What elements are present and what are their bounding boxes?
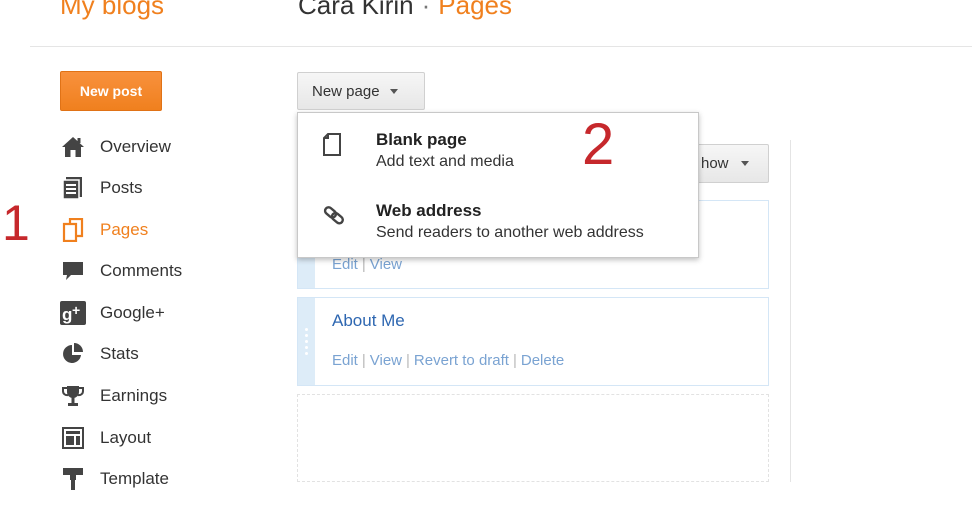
sidebar-item-label: Template <box>100 469 169 488</box>
pages-icon <box>60 217 86 243</box>
title-separator: · <box>421 0 431 20</box>
blank-page-icon <box>320 132 346 158</box>
new-page-label: New page <box>312 82 380 100</box>
page-row-actions: Edit | View | Revert to draft | Delete <box>332 352 565 369</box>
trophy-icon <box>60 383 86 409</box>
menu-item-title: Blank page <box>376 130 467 149</box>
layout-icon <box>60 425 86 451</box>
sidebar-item-google-plus[interactable]: g + Google+ <box>60 300 165 326</box>
delete-link[interactable]: Delete <box>521 352 564 369</box>
drop-placeholder <box>297 394 769 482</box>
header-divider <box>30 46 972 47</box>
sidebar-item-stats[interactable]: Stats <box>60 341 139 367</box>
menu-item-web-address[interactable]: Web address Send readers to another web … <box>298 201 698 261</box>
page-row[interactable]: About Me Edit | View | Revert to draft | Delet… <box>297 297 769 386</box>
chevron-down-icon <box>740 161 749 166</box>
annotation-number-2: 2 <box>582 112 615 177</box>
link-icon <box>320 203 346 229</box>
sidebar-item-label: Layout <box>100 428 152 447</box>
menu-item-description: Add text and media <box>376 153 514 170</box>
comments-icon <box>60 258 86 284</box>
sidebar-item-overview[interactable]: Overview <box>60 134 171 160</box>
sidebar-item-label: Earnings <box>100 386 168 405</box>
menu-item-description: Send readers to another web address <box>376 224 644 241</box>
home-icon <box>60 134 86 160</box>
current-section: Pages <box>438 0 512 20</box>
show-label: how <box>701 155 729 172</box>
sidebar-item-posts[interactable]: Posts <box>60 175 143 201</box>
page-title: Cara Kirin · Pages <box>298 0 512 21</box>
edit-link[interactable]: Edit <box>332 352 358 369</box>
svg-text:+: + <box>72 302 80 318</box>
blog-name[interactable]: Cara Kirin <box>298 0 414 20</box>
stats-icon <box>60 341 86 367</box>
sidebar-item-label: Comments <box>100 261 183 280</box>
sidebar-item-label: Google+ <box>100 303 165 322</box>
drag-handle[interactable] <box>298 298 315 385</box>
page-title-link[interactable]: About Me <box>332 311 405 331</box>
sidebar-item-label: Posts <box>100 178 143 197</box>
google-plus-icon: g + <box>60 300 86 326</box>
new-page-dropdown-menu: Blank page Add text and media Web addres… <box>297 112 699 258</box>
column-divider <box>790 140 791 482</box>
sidebar-item-template[interactable]: Template <box>60 466 169 492</box>
revert-to-draft-link[interactable]: Revert to draft <box>414 352 509 369</box>
sidebar-item-label: Stats <box>100 344 139 363</box>
new-post-button[interactable]: New post <box>60 71 162 111</box>
chevron-down-icon <box>389 88 398 94</box>
menu-item-title: Web address <box>376 201 482 220</box>
sidebar-item-comments[interactable]: Comments <box>60 258 182 284</box>
sidebar-item-pages[interactable]: Pages <box>60 217 148 243</box>
annotation-number-1: 1 <box>2 195 30 251</box>
sidebar-item-label: Overview <box>100 137 171 156</box>
template-icon <box>60 466 86 492</box>
view-link[interactable]: View <box>370 352 402 369</box>
menu-item-blank-page[interactable]: Blank page Add text and media <box>298 130 698 190</box>
new-page-button[interactable]: New page <box>297 72 425 110</box>
sidebar-item-layout[interactable]: Layout <box>60 425 151 451</box>
sidebar-item-earnings[interactable]: Earnings <box>60 383 167 409</box>
posts-icon <box>60 175 86 201</box>
my-blogs-link[interactable]: My blogs <box>60 0 164 21</box>
svg-text:g: g <box>62 305 72 324</box>
sidebar-item-label: Pages <box>100 220 149 239</box>
